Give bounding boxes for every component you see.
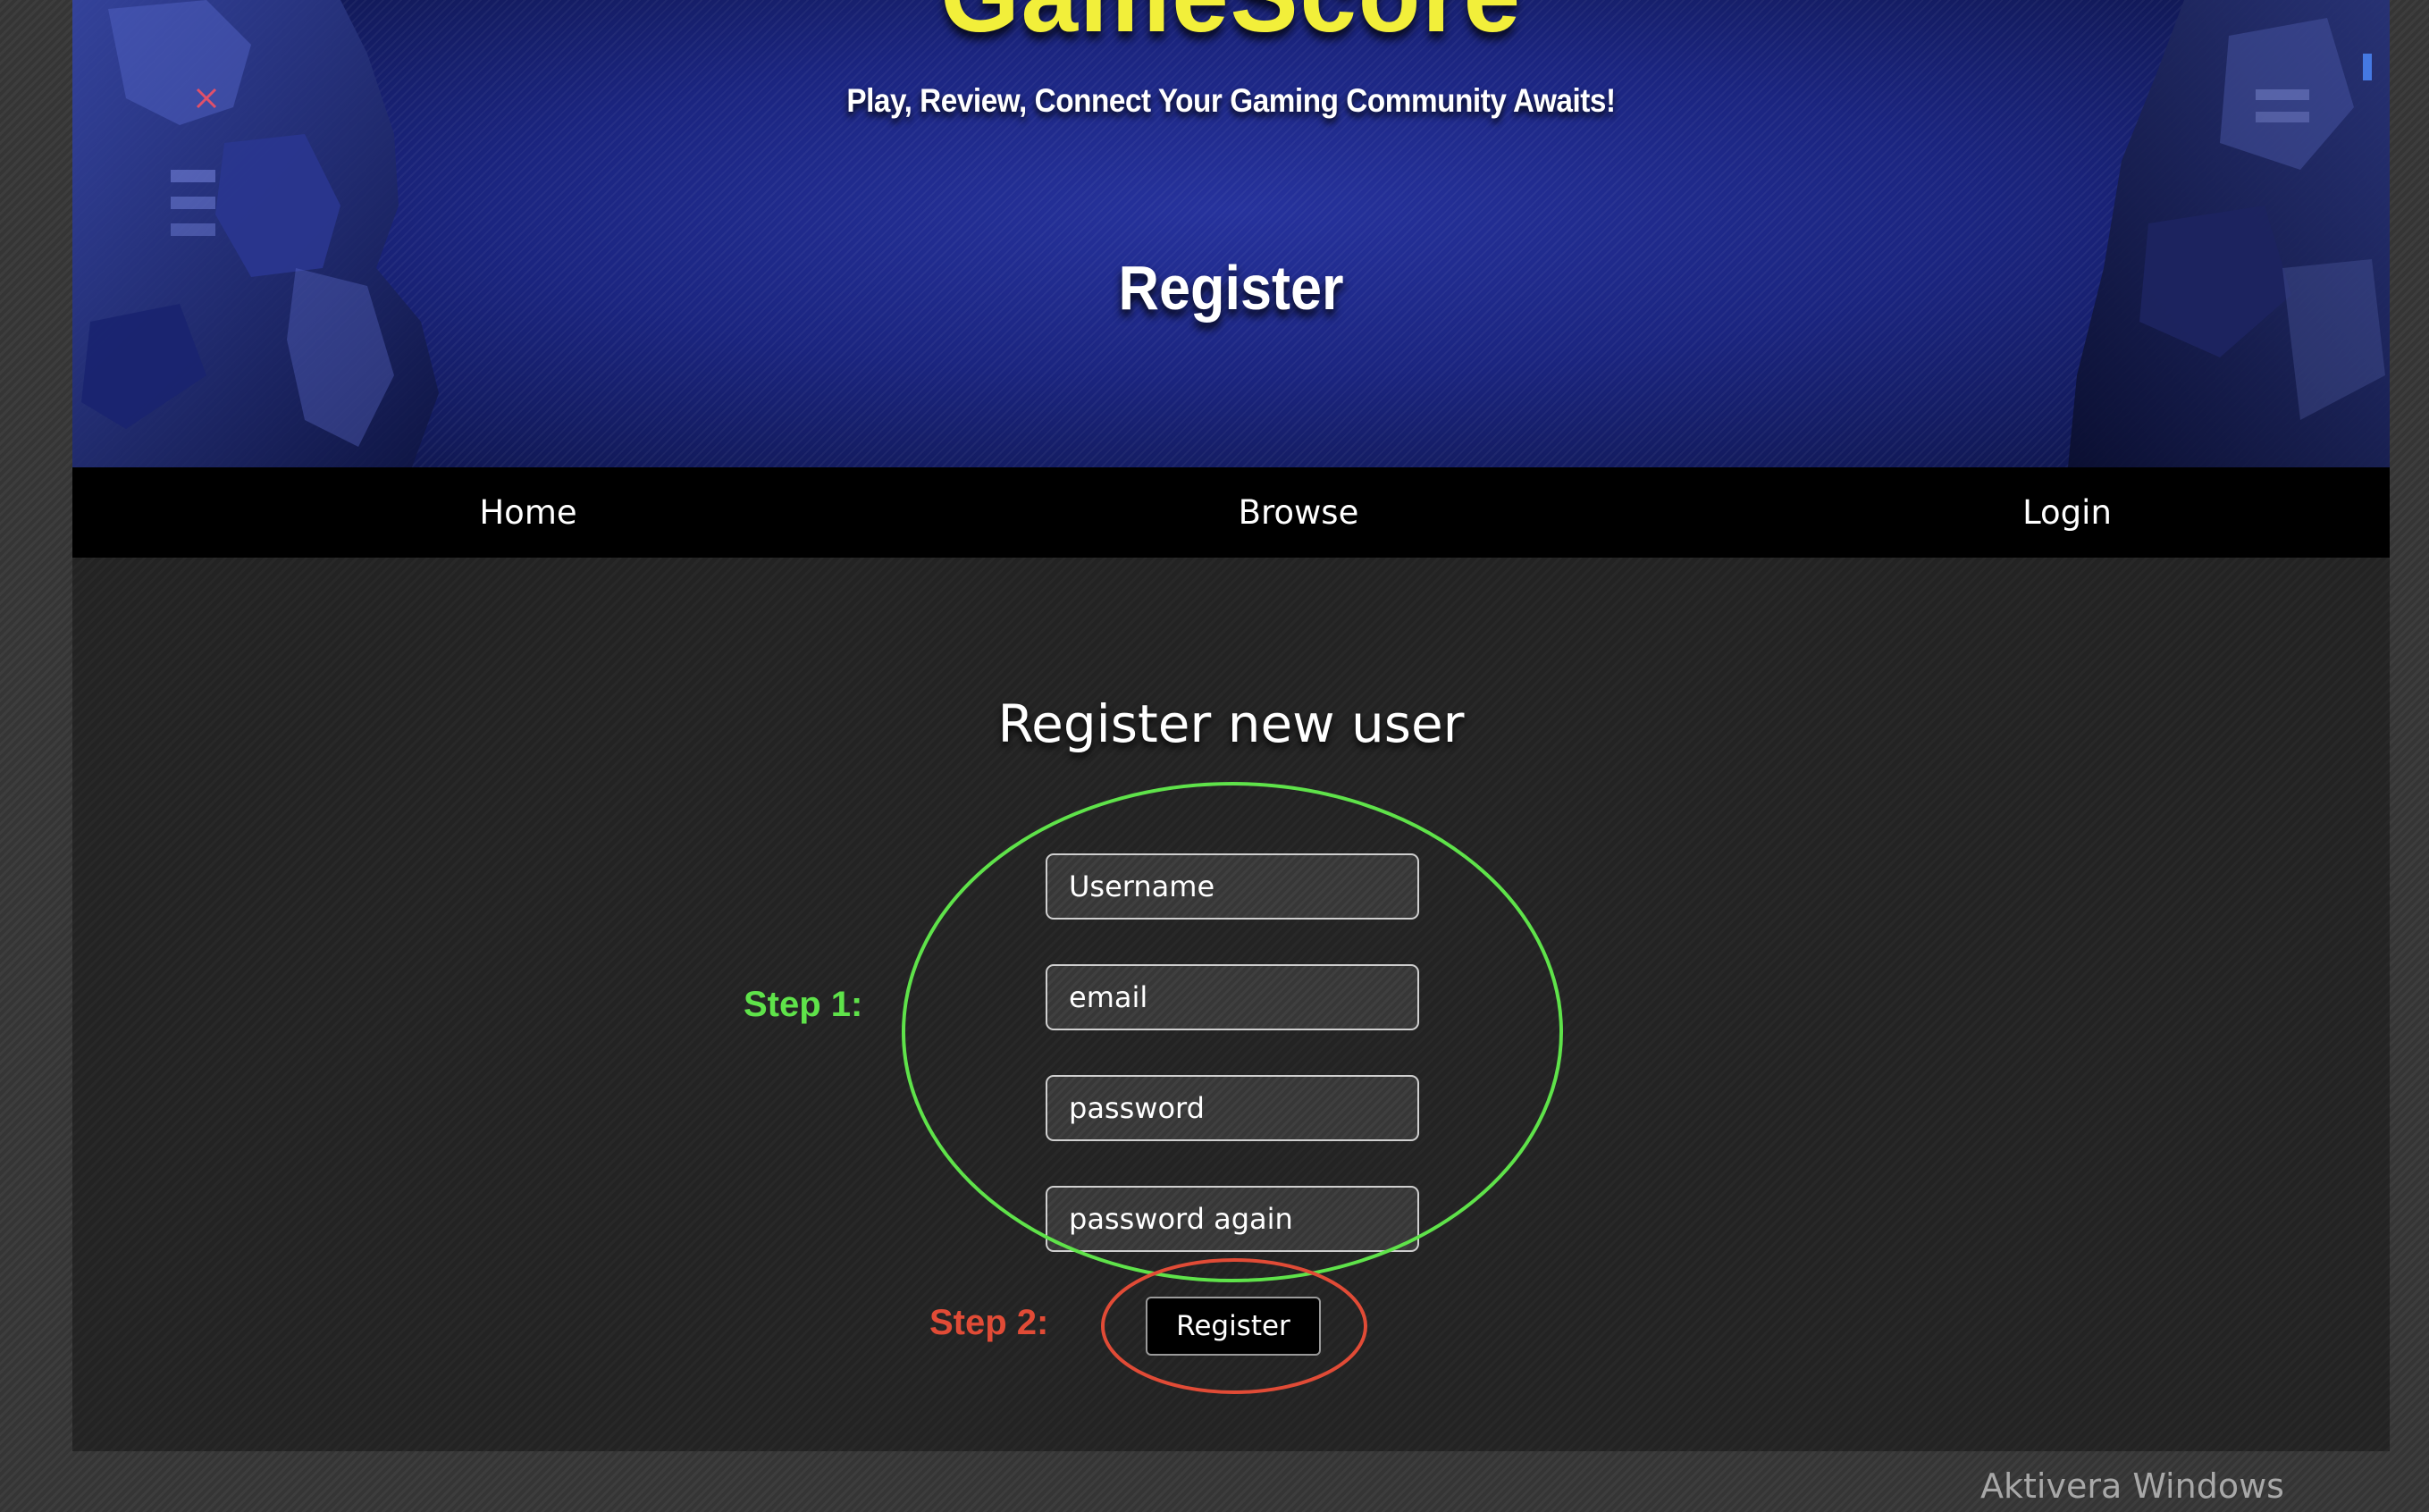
windows-activation-watermark: Aktivera Windows xyxy=(1980,1466,2284,1506)
nav-link-home[interactable]: Home xyxy=(349,467,707,558)
password-input[interactable] xyxy=(1046,1075,1419,1141)
main-navbar: Home Browse Login xyxy=(72,467,2390,558)
site-title: GameScore xyxy=(130,0,2332,59)
password-again-input[interactable] xyxy=(1046,1186,1419,1252)
hero-figure-right xyxy=(2068,0,2390,467)
register-button[interactable]: Register xyxy=(1146,1297,1321,1356)
page-container: GameScore Play, Review, Connect Your Gam… xyxy=(72,0,2390,1451)
page-heading: Register xyxy=(1118,253,1344,323)
username-input[interactable] xyxy=(1046,853,1419,920)
hero-figure-left xyxy=(72,0,439,467)
email-input[interactable] xyxy=(1046,964,1419,1030)
nav-link-browse[interactable]: Browse xyxy=(1120,467,1477,558)
step2-label: Step 2: xyxy=(929,1303,1049,1342)
nav-link-login[interactable]: Login xyxy=(1888,467,2246,558)
site-tagline: Play, Review, Connect Your Gaming Commun… xyxy=(846,82,1616,119)
register-content: Register new user Register Step 1: Step … xyxy=(72,558,2390,1451)
step1-label: Step 1: xyxy=(744,985,863,1024)
header-banner: GameScore Play, Review, Connect Your Gam… xyxy=(72,0,2390,467)
form-title: Register new user xyxy=(997,693,1465,754)
